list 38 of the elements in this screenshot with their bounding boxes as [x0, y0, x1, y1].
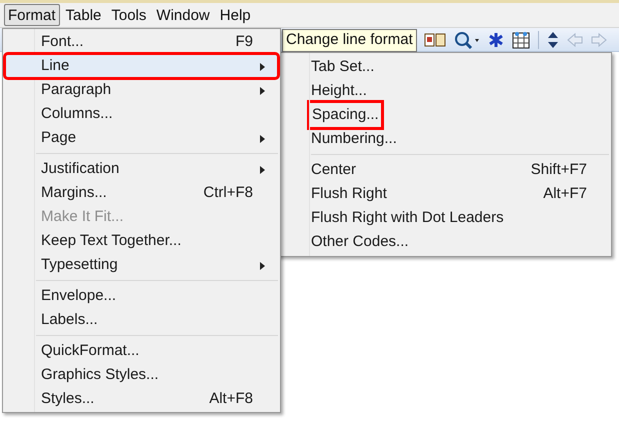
grid-icon[interactable]: [512, 30, 530, 48]
submenu-item[interactable]: Other Codes...: [277, 230, 611, 254]
menu-bar-item[interactable]: Window: [152, 4, 214, 26]
zoom-icon[interactable]: [454, 30, 480, 48]
menu-item[interactable]: Columns...: [5, 102, 278, 126]
submenu-item[interactable]: Numbering...: [277, 127, 611, 151]
submenu-arrow-icon: [260, 87, 265, 95]
menu-item[interactable]: Graphics Styles...: [5, 363, 278, 387]
book-icon[interactable]: [424, 32, 446, 48]
menu-item[interactable]: Styles... Alt+F8: [5, 387, 278, 411]
submenu-item[interactable]: Tab Set...: [277, 55, 611, 79]
submenu-arrow-icon: [260, 63, 265, 71]
menu-bar-item[interactable]: Format: [4, 4, 60, 26]
submenu-item[interactable]: Center Shift+F7: [277, 158, 611, 182]
menu-bar-item[interactable]: Table: [62, 4, 106, 26]
submenu-item[interactable]: Spacing...: [277, 103, 611, 127]
asterisk-icon[interactable]: [488, 32, 504, 48]
menu-item[interactable]: Typesetting: [5, 253, 278, 277]
submenu-item[interactable]: Flush Right with Dot Leaders: [277, 206, 611, 230]
menu-bar-item[interactable]: Tools: [107, 4, 150, 26]
submenu-arrow-icon: [260, 262, 265, 270]
menu-item[interactable]: Labels...: [5, 308, 278, 332]
menu-item[interactable]: Keep Text Together...: [5, 229, 278, 253]
menu-item[interactable]: Page: [5, 126, 278, 150]
submenu-arrow-icon: [260, 166, 265, 174]
menu-item[interactable]: Font... F9: [5, 30, 278, 54]
submenu-item[interactable]: Height...: [277, 79, 611, 103]
submenu-item[interactable]: Flush Right Alt+F7: [277, 182, 611, 206]
up-down-arrows-icon[interactable]: [547, 30, 559, 48]
menu-item[interactable]: Paragraph: [5, 78, 278, 102]
menu-bar-item[interactable]: Help: [216, 4, 255, 26]
menu-item[interactable]: QuickFormat...: [5, 339, 278, 363]
menu-item[interactable]: Envelope...: [5, 284, 278, 308]
submenu-arrow-icon: [260, 135, 265, 143]
menu-item[interactable]: Line: [5, 54, 278, 78]
menu-item[interactable]: Justification: [5, 157, 278, 181]
tooltip: Change line format: [282, 29, 417, 52]
menu-item[interactable]: Margins... Ctrl+F8: [5, 181, 278, 205]
